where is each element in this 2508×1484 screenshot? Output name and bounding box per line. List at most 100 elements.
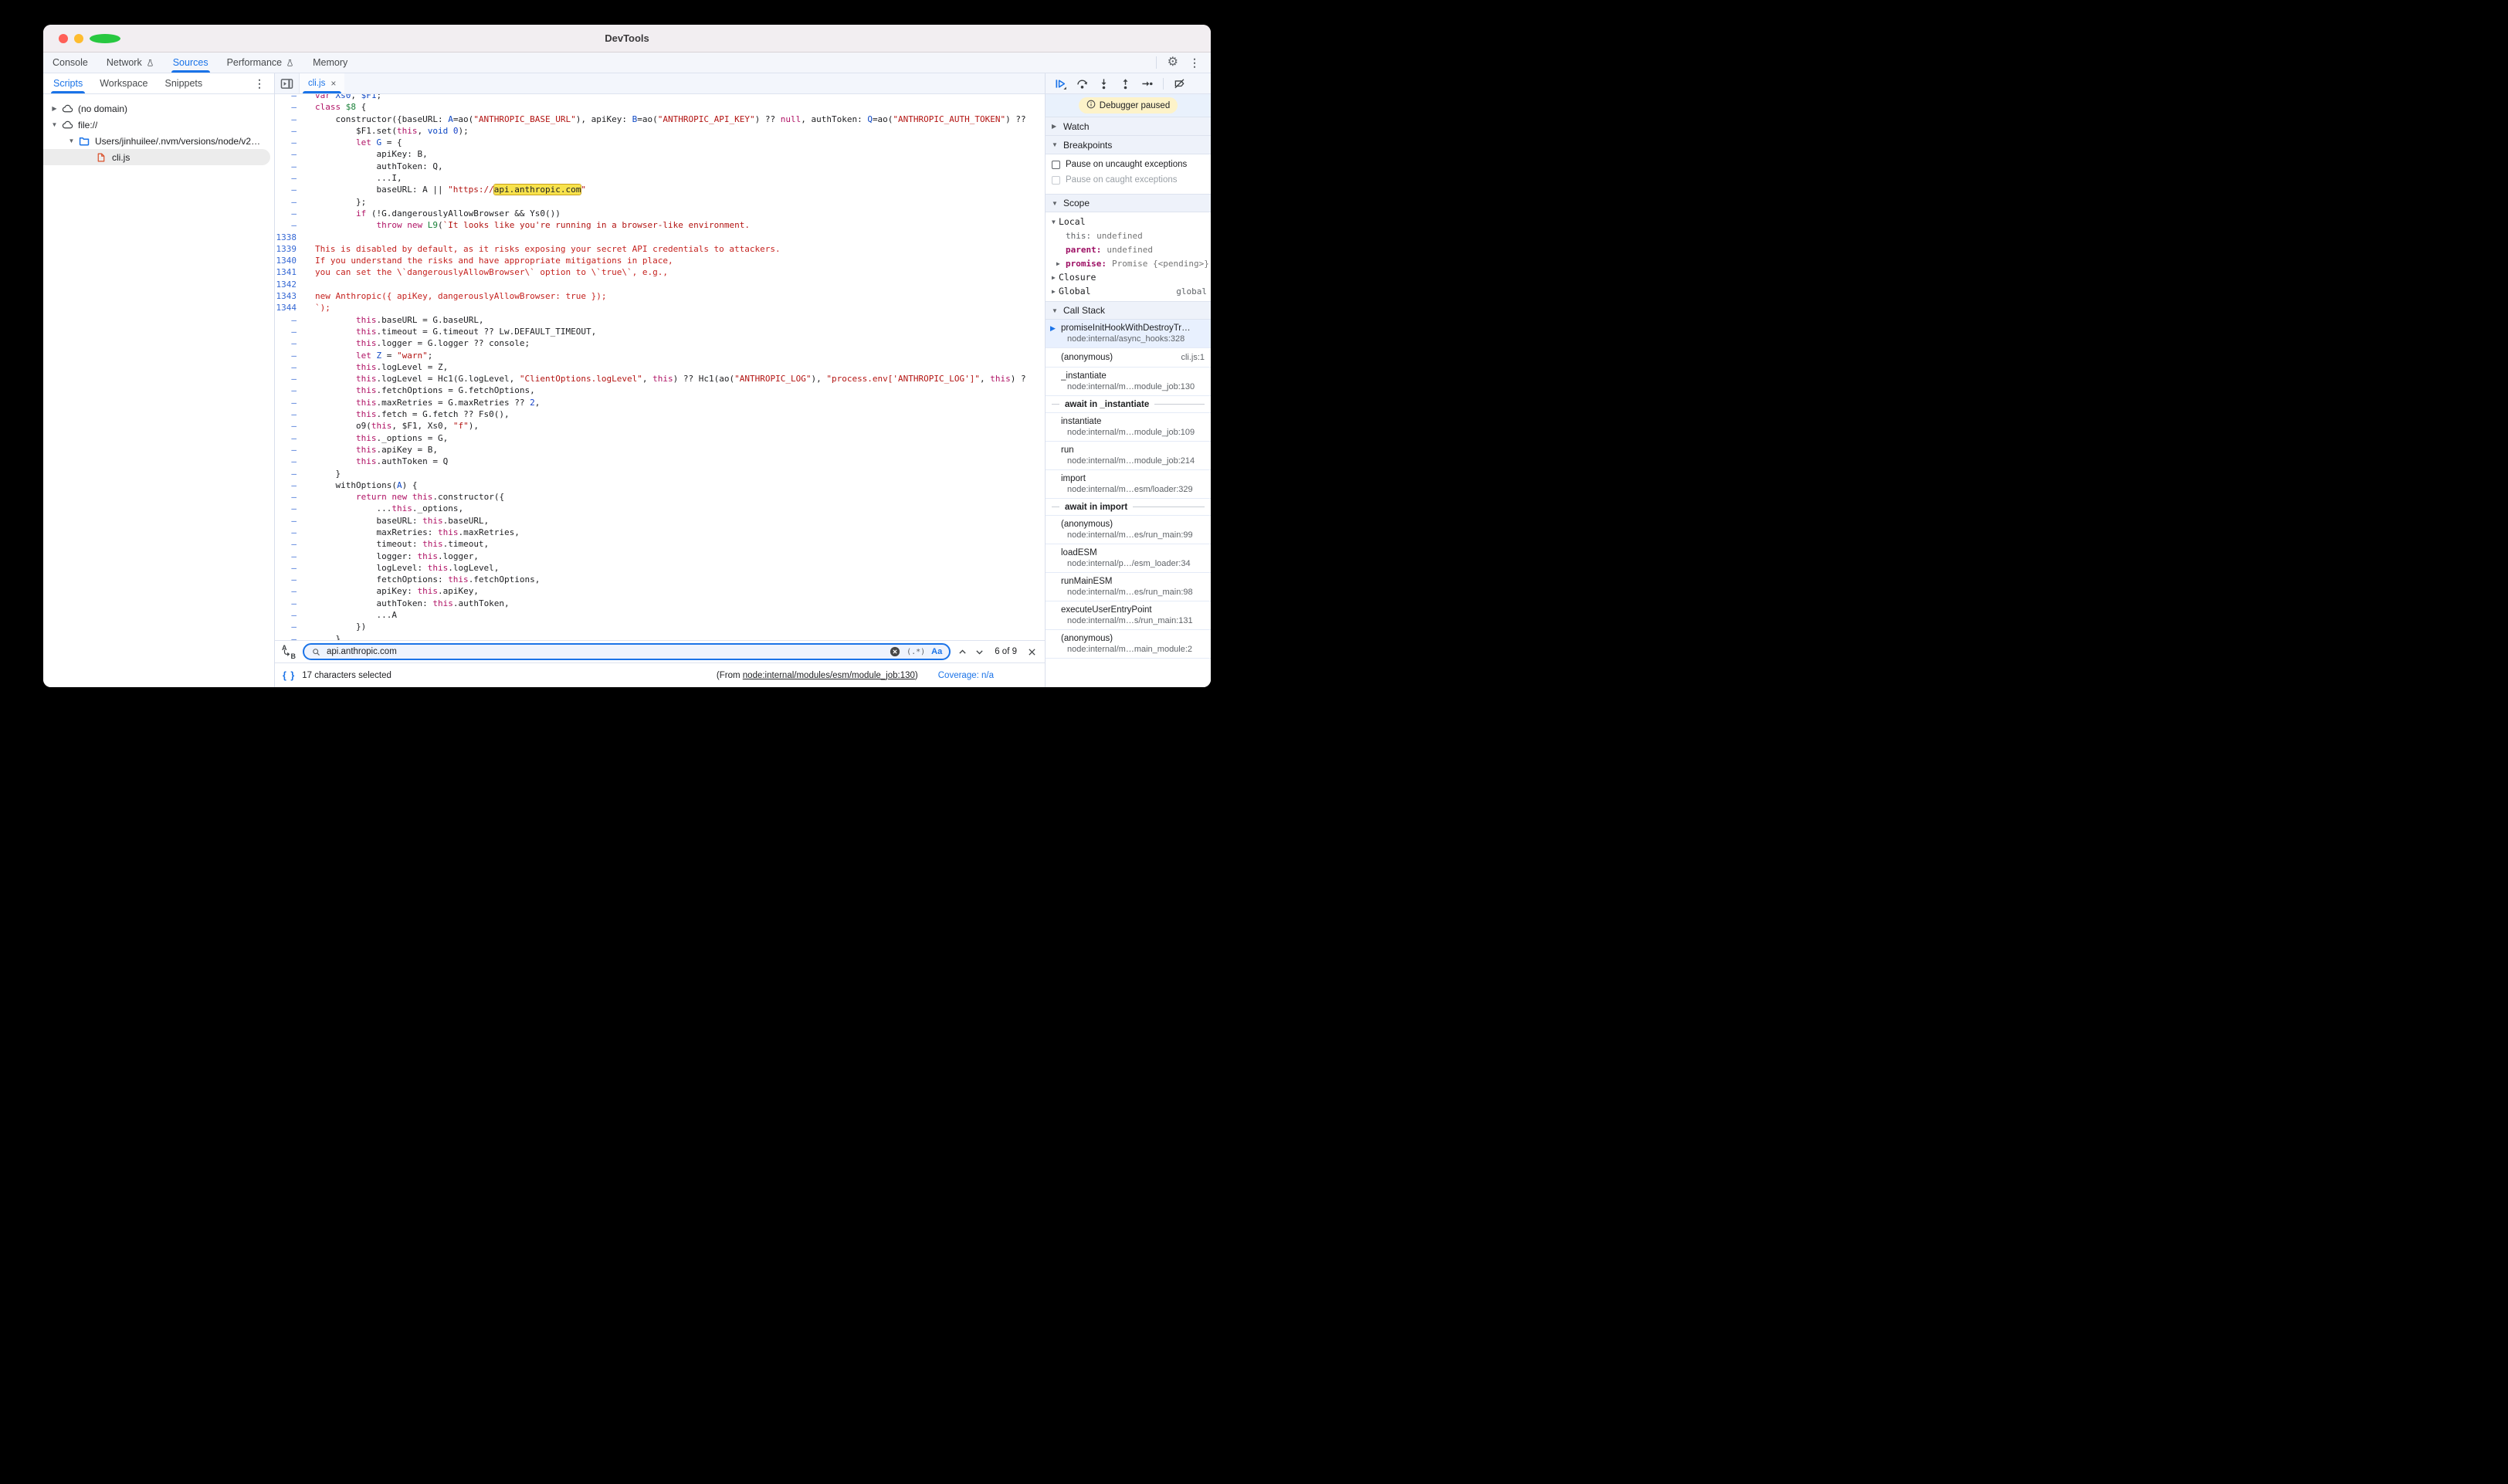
code-line-text[interactable]: `); [306,302,330,313]
navigator-tab-scripts[interactable]: Scripts [45,73,91,93]
line-gutter[interactable]: – [275,350,306,361]
code-line-text[interactable]: fetchOptions: this.fetchOptions, [306,574,540,585]
tab-network[interactable]: Network [97,53,164,73]
code-line-text[interactable]: var Xs0, $F1; [306,94,381,101]
code-line-text[interactable]: this.authToken = Q [306,456,448,467]
code-line-text[interactable]: baseURL: this.baseURL, [306,515,489,527]
line-gutter[interactable]: – [275,538,306,550]
line-gutter[interactable]: 1340 [275,255,306,266]
step-out-icon[interactable] [1120,78,1131,90]
line-gutter[interactable]: 1339 [275,243,306,255]
tree-item--no-domain-[interactable]: ▶(no domain) [43,100,274,117]
line-gutter[interactable]: – [275,444,306,456]
chevron-down-icon[interactable] [974,647,985,657]
code-line-text[interactable]: } [306,468,341,479]
step-icon[interactable] [1141,78,1153,90]
line-gutter[interactable]: – [275,148,306,160]
code-line-text[interactable] [306,279,315,290]
section-watch[interactable]: ▶ Watch [1046,117,1211,136]
code-line-text[interactable]: new Anthropic({ apiKey, dangerouslyAllow… [306,290,607,302]
tab-cli-js[interactable]: cli.js × [300,73,344,93]
code-line-text[interactable]: this.logLevel = Z, [306,361,448,373]
code-line-text[interactable]: this.fetch = G.fetch ?? Fs0(), [306,408,510,420]
code-line-text[interactable]: this.logger = G.logger ?? console; [306,337,530,349]
line-gutter[interactable]: – [275,219,306,231]
call-stack-frame[interactable]: importnode:internal/m…esm/loader:329 [1046,470,1211,499]
line-gutter[interactable]: – [275,373,306,385]
toggle-navigator-panel-icon[interactable] [275,73,300,93]
code-line-text[interactable]: this.maxRetries = G.maxRetries ?? 2, [306,397,540,408]
line-gutter[interactable]: – [275,503,306,514]
code-line-text[interactable]: this.logLevel = Hc1(G.logLevel, "ClientO… [306,373,1026,385]
search-query[interactable]: api.anthropic.com [327,647,397,656]
line-gutter[interactable]: – [275,408,306,420]
line-gutter[interactable]: – [275,101,306,113]
code-line-text[interactable]: this.apiKey = B, [306,444,438,456]
line-gutter[interactable]: – [275,621,306,632]
code-line-text[interactable]: This is disabled by default, as it risks… [306,243,781,255]
close-icon[interactable] [1027,647,1037,657]
tab-performance[interactable]: Performance [218,53,304,73]
code-line-text[interactable]: logger: this.logger, [306,551,479,562]
line-gutter[interactable]: – [275,184,306,195]
deactivate-breakpoints-icon[interactable] [1174,78,1185,90]
tree-item-cli-js[interactable]: cli.js [43,149,270,165]
call-stack-frame[interactable]: (anonymous)node:internal/m…es/run_main:9… [1046,516,1211,544]
pretty-print-icon[interactable]: { } [283,670,295,681]
code-line-text[interactable]: this.baseURL = G.baseURL, [306,314,484,326]
section-breakpoints[interactable]: ▼ Breakpoints [1046,136,1211,154]
code-line-text[interactable]: return new this.constructor({ [306,491,504,503]
code-line-text[interactable]: maxRetries: this.maxRetries, [306,527,520,538]
section-call-stack[interactable]: ▼ Call Stack [1046,301,1211,320]
code-line-text[interactable]: } [306,633,341,640]
tab-console[interactable]: Console [43,53,97,73]
chevron-up-icon[interactable] [957,647,968,657]
scope-variable-promise[interactable]: ▶promise:Promise {<pending>} [1046,256,1211,270]
code-line-text[interactable]: withOptions(A) { [306,479,417,491]
scope-group-global[interactable]: ▶Globalglobal [1046,284,1211,298]
line-gutter[interactable]: – [275,172,306,184]
line-gutter[interactable]: – [275,432,306,444]
call-stack-frame[interactable]: runnode:internal/m…module_job:214 [1046,442,1211,470]
code-line-text[interactable]: baseURL: A || "https://api.anthropic.com… [306,184,586,195]
line-gutter[interactable]: – [275,598,306,609]
line-gutter[interactable]: – [275,196,306,208]
line-gutter[interactable]: – [275,574,306,585]
code-line-text[interactable]: you can set the \`dangerouslyAllowBrowse… [306,266,668,278]
line-gutter[interactable]: 1343 [275,290,306,302]
navigator-more-icon[interactable]: ⋮ [254,73,274,93]
settings-gear-icon[interactable]: ⚙ [1168,56,1178,69]
call-stack-frame[interactable]: runMainESMnode:internal/m…es/run_main:98 [1046,573,1211,601]
expander-icon[interactable]: ▼ [49,121,59,128]
code-line-text[interactable]: class $8 { [306,101,366,113]
step-over-icon[interactable] [1076,78,1088,90]
coverage-link[interactable]: Coverage: n/a [938,671,994,680]
code-line-text[interactable]: }; [306,196,366,208]
line-gutter[interactable]: – [275,562,306,574]
code-line-text[interactable]: constructor({baseURL: A=ao("ANTHROPIC_BA… [306,114,1026,125]
code-line-text[interactable]: o9(this, $F1, Xs0, "f"), [306,420,479,432]
line-gutter[interactable]: – [275,337,306,349]
tab-sources[interactable]: Sources [164,53,218,73]
code-line-text[interactable]: timeout: this.timeout, [306,538,489,550]
line-gutter[interactable]: – [275,137,306,148]
call-stack-frame[interactable]: _instantiatenode:internal/m…module_job:1… [1046,368,1211,396]
source-mapping-link[interactable]: node:internal/modules/esm/module_job:130 [743,671,915,680]
line-gutter[interactable]: – [275,94,306,101]
code-line-text[interactable]: $F1.set(this, void 0); [306,125,469,137]
call-stack-frame[interactable]: instantiatenode:internal/m…module_job:10… [1046,413,1211,442]
code-line-text[interactable]: this._options = G, [306,432,448,444]
line-gutter[interactable]: – [275,515,306,527]
checkbox[interactable] [1052,161,1060,169]
expander-icon[interactable]: ▼ [66,137,76,144]
code-line-text[interactable]: ...A [306,609,397,621]
line-gutter[interactable]: – [275,551,306,562]
code-line-text[interactable]: let G = { [306,137,402,148]
line-gutter[interactable]: 1338 [275,232,306,243]
navigator-tab-snippets[interactable]: Snippets [157,73,212,93]
code-line-text[interactable]: let Z = "warn"; [306,350,432,361]
code-line-text[interactable]: ...I, [306,172,402,184]
code-line-text[interactable]: if (!G.dangerouslyAllowBrowser && Ys0()) [306,208,561,219]
tree-item-file-[interactable]: ▼file:// [43,117,274,133]
clear-circle-icon[interactable] [890,646,900,657]
